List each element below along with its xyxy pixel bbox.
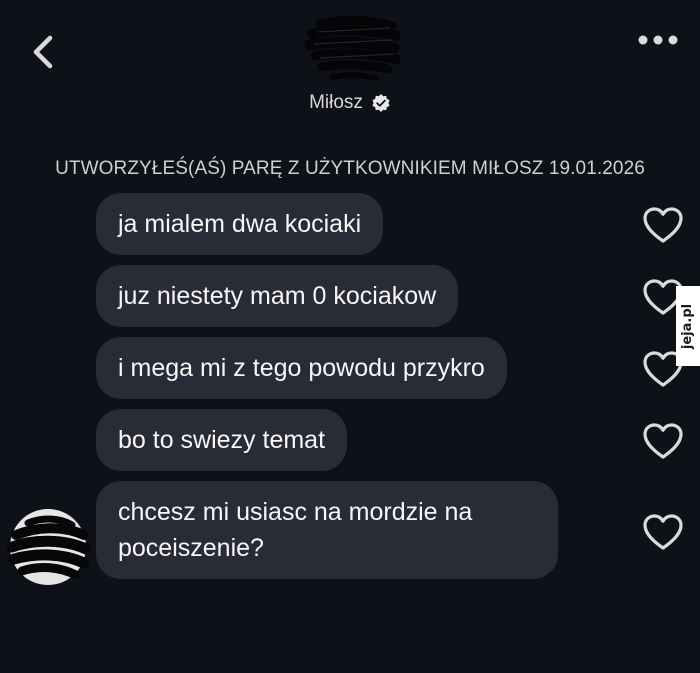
avatar[interactable]: [302, 14, 400, 86]
more-horizontal-icon: [638, 35, 678, 45]
chevron-left-icon: [33, 35, 53, 69]
jeja-watermark: jeja.pl: [676, 286, 700, 366]
chat-header: Miłosz: [0, 0, 700, 140]
message-bubble[interactable]: i mega mi z tego powodu przykro: [96, 337, 507, 399]
back-button[interactable]: [24, 28, 64, 76]
like-button[interactable]: [640, 511, 686, 553]
watermark-text: jeja.pl: [680, 303, 696, 349]
more-options-button[interactable]: [634, 26, 682, 54]
like-button[interactable]: [640, 420, 686, 462]
message-bubble[interactable]: juz niestety mam 0 kociakow: [96, 265, 459, 327]
like-button[interactable]: [640, 204, 686, 246]
contact-name: Miłosz: [309, 92, 363, 113]
match-notice: UTWORZYŁEŚ(AŚ) PARĘ Z UŻYTKOWNIKIEM MIŁO…: [55, 158, 645, 179]
heart-icon: [643, 514, 683, 550]
message-bubble[interactable]: ja mialem dwa kociaki: [96, 193, 384, 255]
contact-name-row[interactable]: Miłosz: [0, 92, 700, 114]
message-bubble[interactable]: bo to swiezy temat: [96, 409, 348, 471]
sender-avatar[interactable]: [6, 505, 90, 589]
message-bubble[interactable]: chcesz mi usiasc na mordzie na poceiszen…: [96, 481, 558, 579]
heart-icon: [643, 207, 683, 243]
verified-badge-icon: [372, 94, 390, 112]
scribble-mask: [304, 15, 400, 81]
heart-icon: [643, 423, 683, 459]
